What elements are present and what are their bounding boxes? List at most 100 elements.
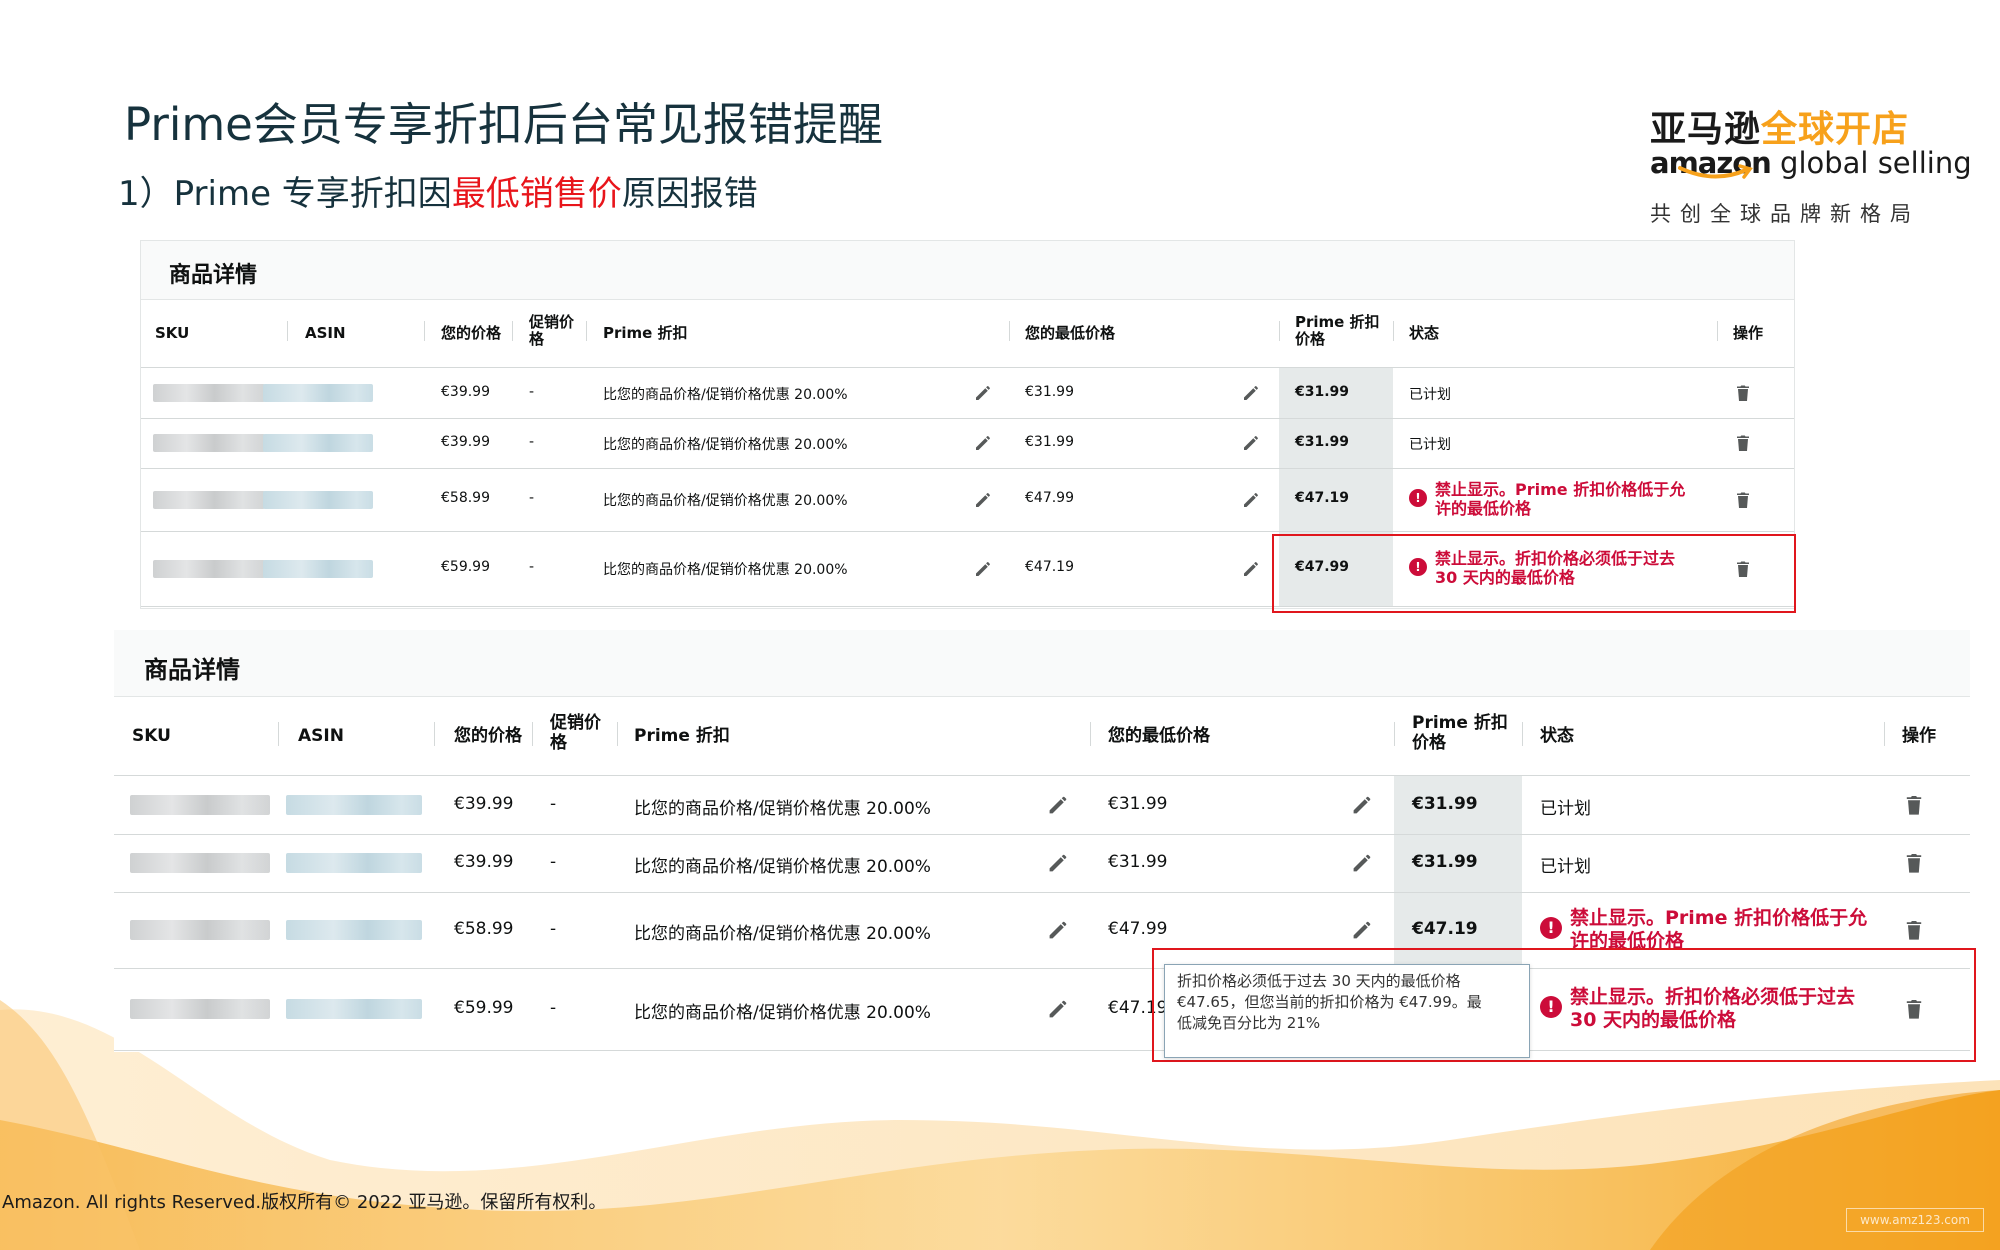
header-prime-discount: Prime 折扣 bbox=[634, 726, 730, 746]
header-prime-discount: Prime 折扣 bbox=[603, 324, 688, 342]
prime-discount: 比您的商品价格/促销价格优惠 20.00% bbox=[634, 856, 931, 877]
header-action: 操作 bbox=[1902, 726, 1936, 746]
asin-redacted bbox=[263, 384, 373, 402]
prime-price: €31.99 bbox=[1412, 851, 1478, 872]
min-price: €47.19 bbox=[1025, 559, 1074, 576]
asin-redacted bbox=[286, 999, 422, 1019]
watermark: www.amz123.com bbox=[1846, 1208, 1984, 1232]
subtitle-suffix: 原因报错 bbox=[621, 174, 758, 214]
your-price: €39.99 bbox=[441, 383, 490, 400]
pencil-icon[interactable] bbox=[973, 559, 993, 579]
trash-icon[interactable] bbox=[1733, 490, 1753, 510]
pencil-icon[interactable] bbox=[1046, 793, 1070, 817]
tooltip-line-2: €47.65，但您当前的折扣价格为 €47.99。最 bbox=[1177, 993, 1482, 1011]
promo-price: - bbox=[529, 559, 535, 576]
trash-icon[interactable] bbox=[1902, 918, 1926, 942]
asin-redacted bbox=[286, 920, 422, 940]
logo-cn-text: 亚马逊全球开店 bbox=[1650, 109, 1910, 150]
panel-title: 商品详情 bbox=[169, 263, 258, 288]
min-price: €47.99 bbox=[1025, 490, 1074, 507]
sku-redacted bbox=[153, 559, 265, 578]
sku-redacted bbox=[130, 795, 270, 815]
prime-price: €31.99 bbox=[1412, 793, 1478, 814]
promo-price: - bbox=[550, 793, 557, 814]
header-sku: SKU bbox=[132, 726, 171, 746]
error-tooltip: 折扣价格必须低于过去 30 天内的最低价格 €47.65，但您当前的折扣价格为 … bbox=[1164, 964, 1530, 1058]
pencil-icon[interactable] bbox=[1350, 851, 1374, 875]
header-sku: SKU bbox=[155, 324, 190, 342]
pencil-icon[interactable] bbox=[1241, 490, 1261, 510]
min-price: €31.99 bbox=[1025, 383, 1074, 400]
pencil-icon[interactable] bbox=[973, 490, 993, 510]
min-price: €31.99 bbox=[1108, 851, 1168, 872]
header-status: 状态 bbox=[1540, 726, 1574, 746]
pencil-icon[interactable] bbox=[1241, 383, 1261, 403]
prime-price: €47.19 bbox=[1412, 918, 1478, 939]
header-prime-price: Prime 折扣价格 bbox=[1295, 313, 1380, 349]
asin-redacted bbox=[286, 853, 422, 873]
header-your-price: 您的价格 bbox=[441, 324, 502, 342]
pencil-icon[interactable] bbox=[1046, 918, 1070, 942]
sku-redacted bbox=[153, 490, 265, 509]
pencil-icon[interactable] bbox=[1046, 851, 1070, 875]
header-status: 状态 bbox=[1409, 324, 1440, 342]
sku-redacted bbox=[153, 434, 265, 452]
trash-icon[interactable] bbox=[1733, 383, 1753, 403]
header-prime-price: Prime 折扣价格 bbox=[1412, 713, 1508, 753]
your-price: €59.99 bbox=[441, 559, 490, 576]
min-price: €47.99 bbox=[1108, 918, 1168, 939]
header-promo-price: 促销价格 bbox=[550, 713, 601, 753]
prime-price: €47.19 bbox=[1295, 490, 1350, 507]
pencil-icon[interactable] bbox=[1241, 559, 1261, 579]
header-asin: ASIN bbox=[298, 726, 344, 746]
prime-discount: 比您的商品价格/促销价格优惠 20.00% bbox=[603, 562, 848, 579]
sku-redacted bbox=[130, 999, 270, 1019]
prime-discount: 比您的商品价格/促销价格优惠 20.00% bbox=[603, 386, 848, 403]
header-min-price: 您的最低价格 bbox=[1108, 726, 1210, 746]
exclamation-circle-icon: ! bbox=[1409, 488, 1427, 507]
sku-redacted bbox=[130, 920, 270, 940]
sku-redacted bbox=[130, 853, 270, 873]
trash-icon[interactable] bbox=[1902, 851, 1926, 875]
your-price: €58.99 bbox=[454, 918, 514, 939]
status-error-text: 禁止显示。Prime 折扣价格低于允 许的最低价格 bbox=[1570, 906, 1868, 952]
prime-discount: 比您的商品价格/促销价格优惠 20.00% bbox=[634, 798, 931, 819]
promo-price: - bbox=[529, 433, 535, 450]
subtitle-prefix: 1）Prime 专享折扣因 bbox=[118, 174, 452, 214]
sku-redacted bbox=[153, 384, 265, 402]
promo-price: - bbox=[529, 490, 535, 507]
prime-price: €31.99 bbox=[1295, 433, 1350, 450]
promo-price: - bbox=[550, 918, 557, 939]
header-asin: ASIN bbox=[305, 324, 346, 342]
your-price: €39.99 bbox=[454, 793, 514, 814]
status-text: 已计划 bbox=[1409, 386, 1451, 403]
pencil-icon[interactable] bbox=[1350, 918, 1374, 942]
pencil-icon[interactable] bbox=[973, 433, 993, 453]
header-your-price: 您的价格 bbox=[454, 726, 522, 746]
pencil-icon[interactable] bbox=[1241, 433, 1261, 453]
trash-icon[interactable] bbox=[1902, 793, 1926, 817]
asin-redacted bbox=[263, 559, 373, 578]
status-error-text: 禁止显示。Prime 折扣价格低于允 许的最低价格 bbox=[1435, 479, 1686, 519]
error-highlight-box-small bbox=[1272, 534, 1796, 613]
panel-title: 商品详情 bbox=[144, 656, 240, 684]
your-price: €39.99 bbox=[454, 851, 514, 872]
asin-redacted bbox=[286, 795, 422, 815]
copyright-footer: Amazon. All rights Reserved.版权所有© 2022 亚… bbox=[2, 1192, 607, 1213]
amazon-smile-icon bbox=[1678, 164, 1753, 179]
prime-discount: 比您的商品价格/促销价格优惠 20.00% bbox=[634, 1002, 931, 1023]
logo-slogan: 共创全球品牌新格局 bbox=[1650, 202, 1920, 226]
page-title: Prime会员专享折扣后台常见报错提醒 bbox=[124, 98, 883, 151]
prime-discount: 比您的商品价格/促销价格优惠 20.00% bbox=[603, 436, 848, 453]
promo-price: - bbox=[529, 383, 535, 400]
tooltip-line-1: 折扣价格必须低于过去 30 天内的最低价格 bbox=[1177, 972, 1461, 990]
status-text: 已计划 bbox=[1540, 856, 1591, 877]
pencil-icon[interactable] bbox=[1046, 997, 1070, 1021]
trash-icon[interactable] bbox=[1733, 433, 1753, 453]
status-text: 已计划 bbox=[1540, 798, 1591, 819]
amazon-global-selling-logo: 亚马逊全球开店 amazon global selling 共创全球品牌新格局 bbox=[1650, 100, 1972, 230]
pencil-icon[interactable] bbox=[1350, 793, 1374, 817]
promo-price: - bbox=[550, 997, 557, 1018]
pencil-icon[interactable] bbox=[973, 383, 993, 403]
prime-price: €31.99 bbox=[1295, 383, 1350, 400]
